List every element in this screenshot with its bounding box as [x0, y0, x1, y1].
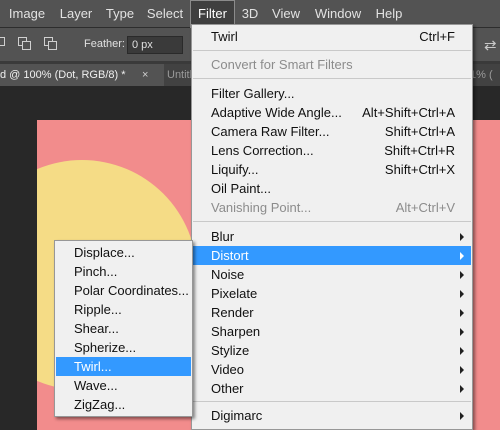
menu-item-pixelate[interactable]: Pixelate: [193, 284, 471, 303]
menu-item-oil-paint[interactable]: Oil Paint...: [193, 179, 471, 198]
tab-active-document[interactable]: d @ 100% (Dot, RGB/8) * ×: [0, 64, 164, 86]
menu-item-label: Lens Correction...: [211, 143, 314, 158]
menu-item-label: Adaptive Wide Angle...: [211, 105, 342, 120]
menu-item-liquify[interactable]: Liquify... Shift+Ctrl+X: [193, 160, 471, 179]
menu-item-digimarc[interactable]: Digimarc: [193, 406, 471, 425]
menu-item-label: Sharpen: [211, 324, 261, 339]
submenu-item-polar-coordinates[interactable]: Polar Coordinates...: [56, 281, 191, 300]
menu-item-label: Other: [211, 381, 244, 396]
submenu-item-displace[interactable]: Displace...: [56, 243, 191, 262]
menu-item-render[interactable]: Render: [193, 303, 471, 322]
menu-item-noise[interactable]: Noise: [193, 265, 471, 284]
menu-item-label: Blur: [211, 229, 235, 244]
menu-item-lens-correction[interactable]: Lens Correction... Shift+Ctrl+R: [193, 141, 471, 160]
menu-item-label: Liquify...: [211, 162, 259, 177]
feather-label: Feather:: [84, 38, 125, 50]
menu-item-label: Twirl: [211, 29, 238, 44]
menu-separator: [193, 221, 471, 222]
submenu-item-pinch[interactable]: Pinch...: [56, 262, 191, 281]
filter-menu: Twirl Ctrl+F Convert for Smart Filters F…: [191, 24, 473, 430]
menu-type[interactable]: Type: [102, 0, 138, 28]
menu-item-camera-raw-filter[interactable]: Camera Raw Filter... Shift+Ctrl+A: [193, 122, 471, 141]
menu-item-distort[interactable]: Distort: [193, 246, 471, 265]
submenu-arrow-icon: [460, 366, 464, 374]
menu-item-other[interactable]: Other: [193, 379, 471, 398]
menu-select[interactable]: Select: [144, 0, 186, 28]
submenu-arrow-icon: [460, 347, 464, 355]
menu-item-label: Noise: [211, 267, 245, 282]
submenu-arrow-icon: [460, 412, 464, 420]
menu-item-label: Render: [211, 305, 254, 320]
menu-item-shortcut: Shift+Ctrl+X: [384, 162, 455, 177]
submenu-arrow-icon: [460, 290, 464, 298]
selection-intersect-icon[interactable]: [44, 37, 58, 51]
menu-item-label: Stylize: [211, 343, 250, 358]
selection-new-icon[interactable]: [0, 37, 10, 51]
menu-item-label: Pixelate: [211, 286, 258, 301]
menu-item-label: Distort: [211, 248, 249, 263]
menu-item-label: Filter Gallery...: [211, 86, 295, 101]
submenu-item-twirl[interactable]: Twirl...: [56, 357, 191, 376]
submenu-arrow-icon: [460, 309, 464, 317]
menu-layer[interactable]: Layer: [56, 0, 96, 28]
submenu-item-shear[interactable]: Shear...: [56, 319, 191, 338]
menu-item-video[interactable]: Video: [193, 360, 471, 379]
menu-item-label: Video: [211, 362, 245, 377]
submenu-arrow-icon: [460, 233, 464, 241]
selection-add-icon[interactable]: [18, 37, 32, 51]
menu-separator: [193, 401, 471, 402]
menu-item-label: Oil Paint...: [211, 181, 271, 196]
menu-item-vanishing-point: Vanishing Point... Alt+Ctrl+V: [193, 198, 471, 217]
menu-item-last-filter[interactable]: Twirl Ctrl+F: [193, 27, 471, 46]
menu-separator: [193, 78, 471, 79]
submenu-arrow-icon: [460, 252, 464, 260]
menu-item-label: Digimarc: [211, 408, 263, 423]
refresh-icon[interactable]: ⇄: [484, 36, 497, 54]
feather-input[interactable]: [127, 36, 183, 54]
menu-item-shortcut: Ctrl+F: [419, 29, 455, 44]
menu-item-shortcut: Shift+Ctrl+A: [384, 124, 455, 139]
submenu-item-zigzag[interactable]: ZigZag...: [56, 395, 191, 414]
menu-image[interactable]: Image: [4, 0, 50, 28]
submenu-item-ripple[interactable]: Ripple...: [56, 300, 191, 319]
menu-item-shortcut: Alt+Shift+Ctrl+A: [362, 105, 455, 120]
menu-item-label: Vanishing Point...: [211, 200, 312, 215]
submenu-item-spherize[interactable]: Spherize...: [56, 338, 191, 357]
menu-item-shortcut: Shift+Ctrl+R: [384, 143, 455, 158]
menu-item-filter-gallery[interactable]: Filter Gallery...: [193, 84, 471, 103]
submenu-item-wave[interactable]: Wave...: [56, 376, 191, 395]
close-icon[interactable]: ×: [142, 64, 148, 86]
menu-item-convert-smart-filters: Convert for Smart Filters: [211, 57, 353, 72]
menu-item-adaptive-wide-angle[interactable]: Adaptive Wide Angle... Alt+Shift+Ctrl+A: [193, 103, 471, 122]
tab-title: d @ 100% (Dot, RGB/8) *: [0, 69, 126, 81]
menu-item-shortcut: Alt+Ctrl+V: [395, 200, 455, 215]
menu-item-sharpen[interactable]: Sharpen: [193, 322, 471, 341]
submenu-arrow-icon: [460, 328, 464, 336]
menu-item-label: Camera Raw Filter...: [211, 124, 330, 139]
submenu-arrow-icon: [460, 385, 464, 393]
submenu-arrow-icon: [460, 271, 464, 279]
menu-item-stylize[interactable]: Stylize: [193, 341, 471, 360]
menu-item-blur[interactable]: Blur: [193, 227, 471, 246]
menu-separator: [193, 50, 471, 51]
distort-submenu: Displace... Pinch... Polar Coordinates..…: [54, 240, 193, 417]
